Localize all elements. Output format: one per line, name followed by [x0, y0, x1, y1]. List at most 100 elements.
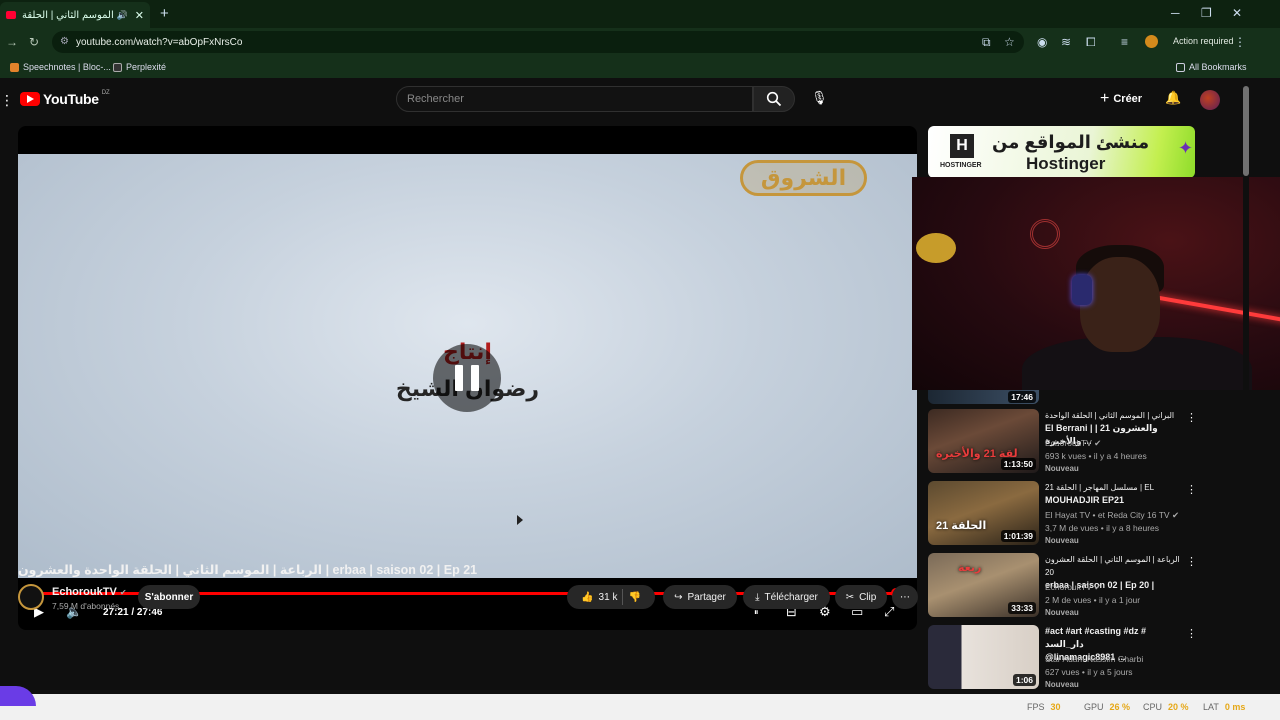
like-button[interactable]: 👍 31 k [581, 592, 617, 603]
title-line: #act #art #casting #dz # دار_السد [1045, 626, 1147, 649]
reload-icon[interactable]: ↻ [29, 35, 39, 49]
video-player[interactable]: الشروق إنتاج رضوان الشيخ ▶ 🔈 27:21 / 27:… [18, 126, 917, 630]
video-duration: 17:46 [1008, 391, 1036, 403]
webcam-wall-decor [1030, 219, 1060, 249]
install-app-icon[interactable]: ⧉ [982, 35, 991, 50]
translate-extension-icon[interactable]: ≋ [1061, 35, 1071, 49]
microphone-icon[interactable]: 🎙 [811, 90, 828, 106]
bookmark-star-icon[interactable]: ☆ [1004, 35, 1015, 49]
mouse-cursor-icon [517, 515, 523, 525]
subscribe-button[interactable]: S'abonner [138, 585, 200, 609]
address-bar[interactable]: ⚙ youtube.com/watch?v=abOpFxNrsCo [52, 31, 1024, 53]
search-input[interactable]: Rechercher [396, 86, 753, 112]
new-tab-button[interactable]: + [160, 5, 169, 22]
all-bookmarks-button[interactable]: All Bookmarks [1176, 62, 1247, 72]
minimize-button[interactable]: ─ [1171, 6, 1180, 20]
perplexity-icon [113, 62, 122, 72]
share-label: Partager [687, 591, 726, 603]
extensions-puzzle-icon[interactable]: ⧠ [1086, 35, 1096, 50]
video-frame[interactable]: الشروق إنتاج رضوان الشيخ [18, 154, 917, 578]
divider [622, 589, 624, 605]
channel-name: EchoroukTV ✔ [1045, 438, 1101, 449]
verified-icon: ✔ [1094, 438, 1102, 448]
bookmark-perplexity[interactable]: Perplexité [113, 62, 166, 72]
bookmark-speechnotes[interactable]: Speechnotes | Bloc-... [10, 62, 111, 72]
share-button[interactable]: ↪ Partager [663, 585, 737, 609]
guide-menu-icon[interactable]: ⋮ [0, 92, 14, 109]
video-duration: 33:33 [1008, 602, 1036, 614]
extension-icon[interactable]: ◉ [1037, 35, 1047, 49]
masthead: ⋮ YouTube DZ Rechercher 🎙 + Créer 🔔 [0, 80, 1240, 120]
performance-overlay: FPS 30 GPU 26 % CPU 20 % LAT 0 ms [0, 686, 1280, 720]
forward-icon[interactable]: → [6, 35, 18, 49]
pause-indicator-icon[interactable] [433, 344, 501, 412]
lat-label: LAT [1203, 702, 1219, 712]
sidebar-video-item[interactable]: ربعة 33:33 الرباعة | الموسم الثاني | الح… [928, 553, 1258, 617]
thumbnail-caption: ربعة [958, 562, 982, 574]
search-button[interactable] [753, 86, 795, 112]
create-label: Créer [1113, 93, 1143, 105]
restore-button[interactable]: ❐ [1201, 6, 1212, 20]
page-scrollbar[interactable] [1243, 84, 1249, 688]
tab-title: الرباعة | الموسم الثاني | الحلقة [22, 9, 114, 21]
webcam-neon-light [1142, 293, 1280, 325]
browser-tabstrip: الرباعة | الموسم الثاني | الحلقة 🔊 ✕ + ─… [0, 0, 1280, 28]
item-menu-icon[interactable]: ⋮ [1186, 627, 1197, 640]
video-duration: 1:13:50 [1000, 458, 1036, 470]
share-arrow-icon: ↪ [674, 591, 683, 603]
sidebar-ad-banner[interactable]: H HOSTINGER منشئ المواقع من Hostinger ✦ [928, 126, 1195, 178]
item-menu-icon[interactable]: ⋮ [1186, 411, 1197, 424]
profile-avatar-icon[interactable] [1145, 35, 1158, 48]
verified-icon: ✔ [1171, 510, 1180, 520]
youtube-wordmark: YouTube [43, 91, 99, 107]
sidebar-partial-thumbnail[interactable]: 17:46 [928, 390, 1039, 404]
browser-tab[interactable]: الرباعة | الموسم الثاني | الحلقة 🔊 ✕ [0, 2, 150, 28]
video-meta: 693 k vues • il y a 4 heures [1045, 451, 1147, 461]
title-line: الرباعة | الموسم الثاني | الحلقة العشرون… [1045, 555, 1180, 577]
channel-watermark-logo: الشروق [740, 160, 867, 196]
close-window-button[interactable]: ✕ [1232, 6, 1242, 20]
youtube-page: ⋮ YouTube DZ Rechercher 🎙 + Créer 🔔 الشر… [0, 80, 1280, 694]
video-thumbnail[interactable]: 1:06 [928, 625, 1039, 689]
channel-avatar[interactable] [18, 584, 44, 610]
video-meta: 2 M de vues • il y a 1 jour [1045, 595, 1141, 605]
sidebar-video-item[interactable]: لقة 21 والأخيرة 1:13:50 البراني | الموسم… [928, 409, 1258, 473]
cpu-value: 20 % [1168, 702, 1189, 712]
video-duration: 1:01:39 [1000, 530, 1036, 542]
sidebar-video-item[interactable]: 1:06 #act #art #casting #dz # دار_السد @… [928, 625, 1258, 689]
ad-headline-english: Hostinger [1026, 154, 1106, 173]
all-bookmarks-label: All Bookmarks [1189, 62, 1247, 72]
create-button[interactable]: + Créer [1100, 90, 1142, 108]
scissors-icon: ✂ [845, 591, 855, 603]
download-button[interactable]: ⤓ Télécharger [743, 585, 830, 609]
dislike-button-icon[interactable]: 👎 [628, 592, 640, 603]
channel-text: El Hayat TV • et Reda City 16 TV [1045, 510, 1170, 520]
url-text: youtube.com/watch?v=abOpFxNrsCo [76, 36, 243, 48]
video-meta: 627 vues • il y a 5 jours [1045, 667, 1133, 677]
fullscreen-icon[interactable]: ⤢ [884, 604, 894, 620]
item-menu-icon[interactable]: ⋮ [1186, 483, 1197, 496]
clip-button[interactable]: ✂ Clip [835, 585, 887, 609]
more-actions-button[interactable]: ⋯ [892, 585, 918, 609]
channel-name[interactable]: EchoroukTV ✔ [52, 586, 127, 598]
action-required-button[interactable]: Action required [1173, 36, 1234, 46]
video-thumbnail[interactable]: لقة 21 والأخيرة 1:13:50 [928, 409, 1039, 473]
tab-close-icon[interactable]: ✕ [135, 9, 144, 22]
gpu-value: 26 % [1109, 702, 1131, 712]
more-icon: ⋯ [900, 591, 910, 603]
sidebar-video-item[interactable]: الحلقة 21 1:01:39 مسلسل المهاجر | الحلقة… [928, 481, 1258, 545]
browser-menu-icon[interactable]: ⋮ [1234, 35, 1246, 49]
reading-list-icon[interactable]: ≡ [1121, 35, 1128, 49]
youtube-logo[interactable]: YouTube DZ [20, 90, 110, 107]
account-avatar[interactable] [1200, 90, 1220, 110]
scrollbar-thumb[interactable] [1243, 86, 1249, 176]
bookmark-label: Perplexité [126, 62, 167, 72]
item-menu-icon[interactable]: ⋮ [1186, 555, 1197, 568]
video-thumbnail[interactable]: ربعة 33:33 [928, 553, 1039, 617]
screen: { "browser": { "tab_title": "الرباعة | ا… [0, 0, 1280, 720]
video-thumbnail[interactable]: الحلقة 21 1:01:39 [928, 481, 1039, 545]
speechnotes-icon [10, 62, 19, 72]
site-info-icon[interactable]: ⚙ [60, 36, 69, 47]
video-duration: 1:06 [1012, 674, 1036, 686]
notifications-bell-icon[interactable]: 🔔 [1165, 90, 1181, 106]
